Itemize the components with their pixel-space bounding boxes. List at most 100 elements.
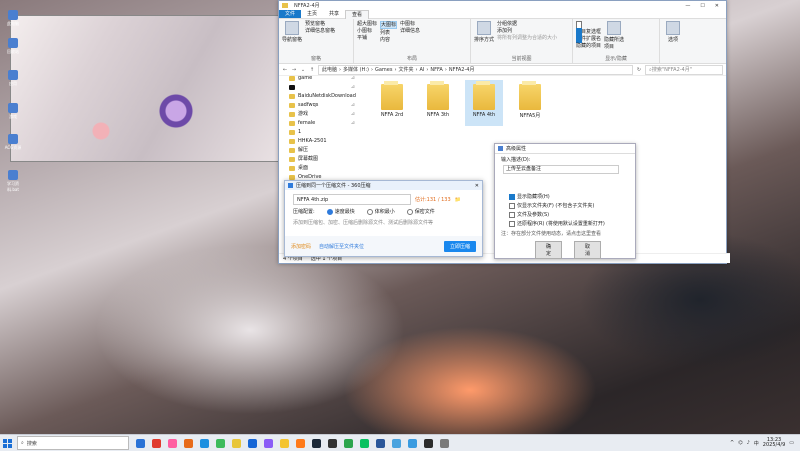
close-icon[interactable]: ✕ bbox=[475, 183, 479, 189]
property-checkbox-row[interactable]: 显示隐藏项(H) bbox=[495, 192, 635, 201]
layout-option[interactable]: 中图标 bbox=[400, 21, 420, 27]
chevron-right-icon[interactable]: › bbox=[415, 67, 417, 73]
app-circle-icon[interactable] bbox=[328, 439, 337, 448]
nav-item[interactable]: BaiduNetdiskDownload⊿ bbox=[279, 92, 359, 101]
nav-item[interactable]: 屏幕截图 bbox=[279, 155, 359, 164]
radio-icon[interactable] bbox=[367, 209, 373, 215]
compress-mode-option[interactable]: 速度最快 bbox=[327, 208, 355, 215]
maximize-icon[interactable]: ☐ bbox=[700, 3, 704, 9]
close-icon[interactable]: ✕ bbox=[715, 3, 719, 9]
layout-option[interactable]: 详细信息 bbox=[400, 28, 420, 34]
nav-item[interactable]: game⊿ bbox=[279, 74, 359, 83]
app-gray-icon[interactable] bbox=[440, 439, 449, 448]
compress-mode-option[interactable]: 体积最小 bbox=[367, 208, 395, 215]
layout-option[interactable]: 列表 bbox=[380, 30, 397, 36]
kugou-icon[interactable] bbox=[248, 439, 257, 448]
breadcrumb-segment[interactable]: Games bbox=[375, 67, 393, 73]
app-pink-icon[interactable] bbox=[168, 439, 177, 448]
checkbox-icon[interactable] bbox=[509, 203, 515, 209]
app-fish-icon[interactable] bbox=[408, 439, 417, 448]
app-dark-icon[interactable] bbox=[424, 439, 433, 448]
chevron-right-icon[interactable]: › bbox=[371, 67, 373, 73]
breadcrumb-segment[interactable]: AI bbox=[419, 67, 424, 73]
ime-icon[interactable]: 中 bbox=[754, 440, 759, 447]
folder-browse-icon[interactable]: 📁 bbox=[455, 197, 461, 203]
desktop-icon[interactable]: 游戏 bbox=[2, 103, 24, 120]
radio-icon[interactable] bbox=[407, 209, 413, 215]
add-password-link[interactable]: 添加密码 bbox=[291, 243, 311, 250]
desktop-icon[interactable]: 学习资料.bat bbox=[2, 170, 24, 193]
group-by-button[interactable]: 分组依据 bbox=[497, 21, 557, 27]
clock[interactable]: 13:23 2025/4/9 bbox=[763, 438, 785, 448]
nav-item[interactable]: 桌面 bbox=[279, 164, 359, 173]
breadcrumb-segment[interactable]: 多媒体 (H:) bbox=[343, 66, 369, 73]
chevron-right-icon[interactable]: › bbox=[339, 67, 341, 73]
chevron-right-icon[interactable]: › bbox=[394, 67, 396, 73]
network-icon[interactable]: ⌬ bbox=[738, 440, 742, 446]
nav-item[interactable]: HHKA-2501 bbox=[279, 137, 359, 146]
layout-option[interactable]: 内容 bbox=[380, 37, 397, 43]
nav-item[interactable]: 1 bbox=[279, 128, 359, 137]
app-blue-icon[interactable] bbox=[200, 439, 209, 448]
show-option[interactable]: 隐藏的项目 bbox=[576, 35, 601, 41]
compress-now-button[interactable]: 立即压缩 bbox=[444, 241, 476, 252]
back-icon[interactable]: ← bbox=[282, 67, 288, 73]
layout-option[interactable]: 大图标 bbox=[380, 21, 397, 29]
search-input[interactable]: ⌕ 搜索"NFFA2-4月" bbox=[645, 65, 723, 75]
folder-item[interactable]: NFFA 4th bbox=[465, 80, 503, 126]
cancel-button[interactable]: 取消 bbox=[574, 241, 601, 259]
notification-icon[interactable]: ▭ bbox=[789, 440, 794, 446]
desktop-icon[interactable]: ACG资源 bbox=[2, 134, 24, 151]
add-columns-button[interactable]: 添加列 bbox=[497, 28, 557, 34]
recent-icon[interactable]: ⌄ bbox=[300, 67, 306, 73]
layout-option[interactable]: 平铺 bbox=[357, 35, 377, 41]
property-checkbox-row[interactable]: 仅显示文件夹(F) (不包含子文件夹) bbox=[495, 201, 635, 210]
wechat-icon[interactable] bbox=[360, 439, 369, 448]
breadcrumb-segment[interactable]: 文件夹 bbox=[398, 66, 413, 73]
show-option[interactable]: 文件扩展名 bbox=[576, 28, 601, 34]
browser-red-icon[interactable] bbox=[152, 439, 161, 448]
description-input[interactable]: 上传至云盘备注 bbox=[503, 165, 619, 174]
folder-item[interactable]: NFFA 3th bbox=[419, 80, 457, 126]
layout-option[interactable]: 超大图标 bbox=[357, 21, 377, 27]
address-bar[interactable]: 此电脑›多媒体 (H:)›Games›文件夹›AI›NFFA›NFFA2-4月 bbox=[318, 65, 633, 75]
app-yellow-icon[interactable] bbox=[280, 439, 289, 448]
forward-icon[interactable]: → bbox=[291, 67, 297, 73]
app-cloud-icon[interactable] bbox=[392, 439, 401, 448]
nav-item[interactable]: 游戏⊿ bbox=[279, 110, 359, 119]
desktop-icon[interactable]: 回收站 bbox=[2, 38, 24, 55]
photo-viewer-window[interactable] bbox=[10, 15, 282, 162]
options-button[interactable]: 选项 bbox=[663, 21, 683, 61]
app-green-icon[interactable] bbox=[216, 439, 225, 448]
tab-file[interactable]: 文件 bbox=[279, 10, 301, 18]
desktop-icon[interactable]: 应用 bbox=[2, 70, 24, 87]
ok-button[interactable]: 确定 bbox=[535, 241, 562, 259]
minimize-icon[interactable]: — bbox=[685, 3, 690, 9]
checkbox-icon[interactable] bbox=[509, 194, 515, 200]
breadcrumb-segment[interactable]: NFFA bbox=[430, 67, 442, 73]
app-orange-icon[interactable] bbox=[184, 439, 193, 448]
chevron-right-icon[interactable]: › bbox=[445, 67, 447, 73]
taskbar-search[interactable]: ⌕ 搜索 bbox=[17, 436, 129, 450]
breadcrumb-segment[interactable]: 此电脑 bbox=[322, 66, 337, 73]
tab-share[interactable]: 共享 bbox=[323, 10, 345, 18]
cdr-icon[interactable] bbox=[344, 439, 353, 448]
volume-icon[interactable]: ♪ bbox=[747, 440, 750, 446]
nav-item[interactable]: sadfwqs⊿ bbox=[279, 101, 359, 110]
property-checkbox-row[interactable]: 文件及参数(S) bbox=[495, 210, 635, 219]
compress-mode-option[interactable]: 保密文件 bbox=[407, 208, 435, 215]
word-icon[interactable] bbox=[376, 439, 385, 448]
preview-pane-button[interactable]: 预览窗格 bbox=[305, 21, 335, 27]
tab-view[interactable]: 查看 bbox=[345, 10, 369, 19]
up-icon[interactable]: ↑ bbox=[309, 67, 315, 73]
checkbox-icon[interactable] bbox=[509, 212, 515, 218]
breadcrumb-segment[interactable]: NFFA2-4月 bbox=[449, 66, 475, 73]
nav-item[interactable]: female⊿ bbox=[279, 119, 359, 128]
layout-option[interactable]: 小图标 bbox=[357, 28, 377, 34]
chevron-right-icon[interactable]: › bbox=[426, 67, 428, 73]
nav-item[interactable]: 解压 bbox=[279, 146, 359, 155]
folder-item[interactable]: NFFA 2rd bbox=[373, 80, 411, 126]
desktop-icon[interactable]: 此电脑 bbox=[2, 10, 24, 27]
task-view-icon[interactable] bbox=[136, 439, 145, 448]
start-button[interactable] bbox=[0, 436, 14, 450]
